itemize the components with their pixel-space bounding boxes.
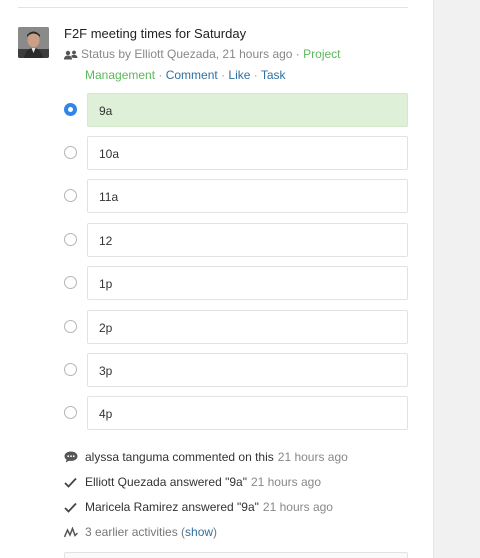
poll-option[interactable]: 2p — [60, 310, 410, 344]
earlier-activities: 3 earlier activities (show) — [63, 525, 218, 543]
radio-selected[interactable] — [64, 103, 77, 116]
project-link[interactable]: Project — [303, 47, 340, 61]
activity-pulse-icon — [63, 526, 85, 541]
activity-time[interactable]: 21 hours ago — [278, 450, 348, 464]
post-title[interactable]: F2F meeting times for Saturday — [64, 26, 246, 41]
activity-time[interactable]: 21 hours ago — [263, 500, 333, 514]
radio[interactable] — [64, 233, 77, 246]
poll-option-box[interactable]: 1p — [87, 266, 408, 300]
poll-option[interactable]: 9a — [60, 93, 410, 127]
poll-option[interactable]: 11a — [60, 179, 410, 213]
people-icon — [64, 47, 81, 66]
comment-link[interactable]: Comment — [166, 68, 218, 82]
poll-option[interactable]: 4p — [60, 396, 410, 430]
poll-option-label: 11a — [99, 190, 119, 204]
activity-text: alyssa tanguma commented on this — [85, 450, 274, 464]
radio[interactable] — [64, 189, 77, 202]
like-link[interactable]: Like — [228, 68, 250, 82]
earlier-activities-text: 3 earlier activities ( — [85, 525, 186, 539]
poll-option-label: 2p — [99, 321, 113, 335]
poll-option-box[interactable]: 4p — [87, 396, 408, 430]
avatar-image — [18, 27, 49, 58]
radio[interactable] — [64, 406, 77, 419]
poll-option-label: 10a — [99, 147, 120, 161]
avatar[interactable] — [18, 27, 49, 58]
top-divider — [18, 7, 408, 8]
checkmark-icon — [64, 502, 85, 516]
poll-option-box-selected[interactable]: 9a — [87, 93, 408, 127]
activity-item: alyssa tanguma commented on this 21 hours… — [64, 450, 348, 468]
task-link[interactable]: Task — [261, 68, 286, 82]
poll-option[interactable]: 10a — [60, 136, 410, 170]
activity-time[interactable]: 21 hours ago — [251, 475, 321, 489]
radio[interactable] — [64, 146, 77, 159]
earlier-close-paren: ) — [213, 525, 218, 539]
poll-option-label: 1p — [99, 277, 113, 291]
comment-icon — [64, 451, 85, 466]
poll-option-box[interactable]: 12 — [87, 223, 408, 257]
poll-option-label: 12 — [99, 234, 113, 248]
show-earlier-link[interactable]: show — [185, 525, 213, 539]
checkmark-icon — [64, 477, 85, 491]
poll-option-box[interactable]: 10a — [87, 136, 408, 170]
activity-text: Maricela Ramirez answered "9a" — [85, 500, 259, 514]
poll-option[interactable]: 12 — [60, 223, 410, 257]
poll-option-box[interactable]: 2p — [87, 310, 408, 344]
poll-option[interactable]: 1p — [60, 266, 410, 300]
radio[interactable] — [64, 320, 77, 333]
activity-item: Elliott Quezada answered "9a" 21 hours ag… — [64, 475, 321, 493]
activity-text: Elliott Quezada answered "9a" — [85, 475, 247, 489]
right-panel — [434, 0, 480, 558]
poll-option-label: 3p — [99, 364, 113, 378]
poll-option-box[interactable]: 11a — [87, 179, 408, 213]
poll-option-label: 9a — [99, 104, 113, 118]
radio[interactable] — [64, 276, 77, 289]
poll-option-label: 4p — [99, 407, 113, 421]
status-author-time: Status by Elliott Quezada, 21 hours ago … — [81, 47, 304, 61]
radio[interactable] — [64, 363, 77, 376]
poll-option[interactable]: 3p — [60, 353, 410, 387]
project-link-continued[interactable]: Management — [85, 68, 155, 82]
post-meta: Status by Elliott Quezada, 21 hours ago … — [64, 45, 394, 85]
comment-input[interactable] — [64, 552, 408, 558]
poll-option-box[interactable]: 3p — [87, 353, 408, 387]
activity-item: Maricela Ramirez answered "9a" 21 hours a… — [64, 500, 333, 518]
